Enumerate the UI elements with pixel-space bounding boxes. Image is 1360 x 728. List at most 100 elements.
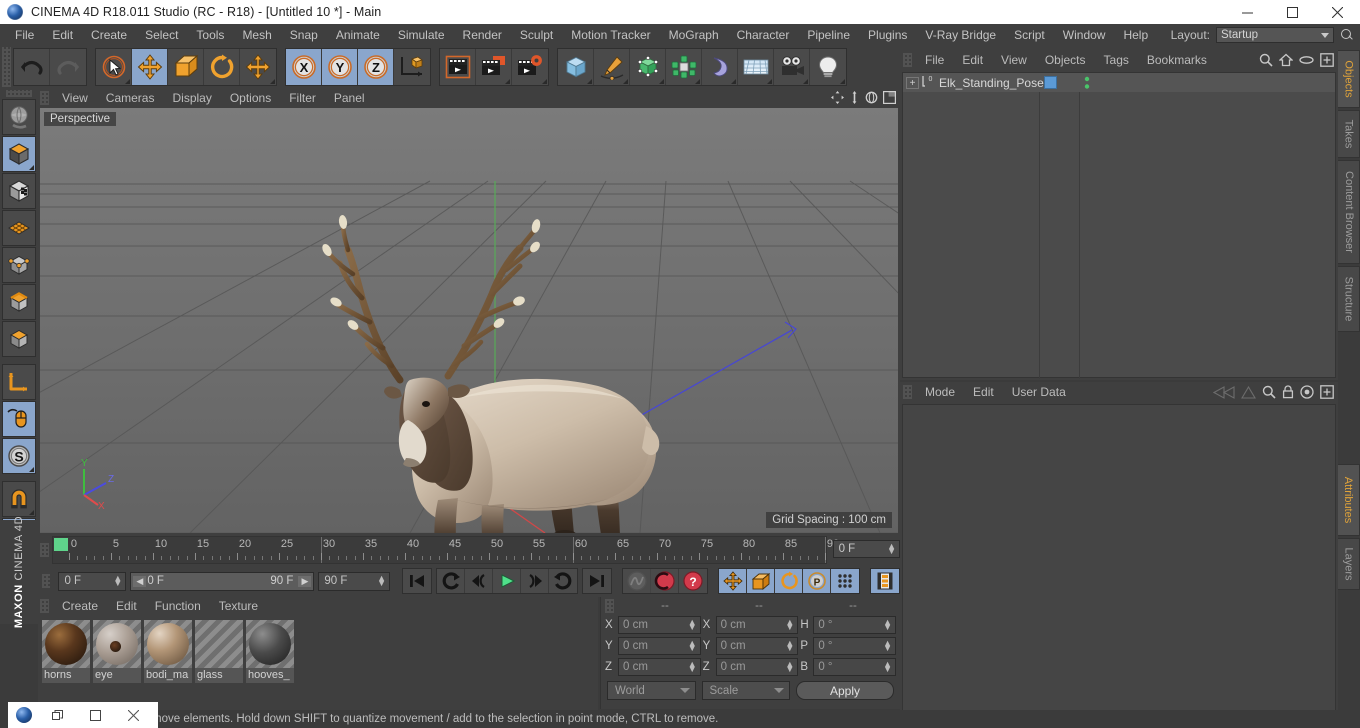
left-palette-grip[interactable] <box>6 90 32 97</box>
search-icon[interactable] <box>1259 53 1273 70</box>
tab-takes[interactable]: Takes <box>1338 110 1360 158</box>
material-item[interactable]: glass <box>195 620 243 683</box>
key-pla-icon[interactable] <box>831 569 860 593</box>
search-icon[interactable] <box>1262 385 1276 402</box>
menu-character[interactable]: Character <box>728 26 799 44</box>
playback-grip[interactable] <box>42 574 51 588</box>
menu-tools[interactable]: Tools <box>187 26 233 44</box>
attributes-menu-mode[interactable]: Mode <box>916 384 964 400</box>
move-icon[interactable] <box>132 49 168 85</box>
object-axis-mode-icon[interactable] <box>2 321 36 357</box>
render-settings-icon[interactable] <box>512 49 548 85</box>
menu-select[interactable]: Select <box>136 26 187 44</box>
attributes-menu-edit[interactable]: Edit <box>964 384 1003 400</box>
close-button[interactable] <box>114 702 152 728</box>
floor-icon[interactable] <box>738 49 774 85</box>
autokey-curve-icon[interactable] <box>623 569 652 593</box>
table-row[interactable]: + 0 Elk_Standing_Pose <box>903 73 1335 92</box>
minimize-button[interactable] <box>1225 0 1270 24</box>
animation-end-field[interactable]: 90 F ▲ ▼ <box>318 571 391 591</box>
home-icon[interactable] <box>1278 53 1294 70</box>
material-menu-edit[interactable]: Edit <box>107 598 146 614</box>
record-active-objects-icon[interactable] <box>651 569 680 593</box>
move-duplicate-icon[interactable] <box>240 49 276 85</box>
menu-pipeline[interactable]: Pipeline <box>798 26 859 44</box>
material-item[interactable]: eye <box>93 620 141 683</box>
camera-icon[interactable] <box>774 49 810 85</box>
rotation-p-field[interactable]: 0 ° ▲ ▼ <box>813 636 897 655</box>
step-back-icon[interactable] <box>465 569 494 593</box>
dolly-view-icon[interactable] <box>849 91 860 107</box>
material-menu-function[interactable]: Function <box>146 598 210 614</box>
next-keyframe-icon[interactable] <box>549 569 577 593</box>
cube-primitive-icon[interactable] <box>558 49 594 85</box>
render-region-icon[interactable] <box>476 49 512 85</box>
spinner-icon[interactable]: ▲ ▼ <box>883 617 892 631</box>
array-icon[interactable] <box>666 49 702 85</box>
spinner-icon[interactable]: ▲ ▼ <box>887 542 896 556</box>
menu-simulate[interactable]: Simulate <box>389 26 454 44</box>
menu-snap[interactable]: Snap <box>281 26 327 44</box>
restore-button[interactable] <box>38 702 76 728</box>
key-position-icon[interactable] <box>719 569 748 593</box>
menu-mesh[interactable]: Mesh <box>233 26 280 44</box>
menu-script[interactable]: Script <box>1005 26 1054 44</box>
search-icon[interactable] <box>1340 28 1354 42</box>
texture-mode-icon[interactable] <box>2 173 36 209</box>
redo-icon[interactable] <box>50 49 86 85</box>
new-layer-icon[interactable] <box>1320 53 1334 70</box>
viewport-menu-options[interactable]: Options <box>221 90 280 106</box>
material-swatch[interactable] <box>42 620 90 668</box>
viewport-solo-icon[interactable] <box>2 401 36 437</box>
objects-menu-tags[interactable]: Tags <box>1095 52 1138 68</box>
menu-render[interactable]: Render <box>454 26 511 44</box>
viewport-menu-panel[interactable]: Panel <box>325 90 374 106</box>
new-tab-icon[interactable] <box>1320 385 1334 402</box>
playhead-marker[interactable] <box>53 538 68 551</box>
menu-window[interactable]: Window <box>1054 26 1115 44</box>
tab-attributes[interactable]: Attributes <box>1338 464 1360 536</box>
back-nav-icon[interactable] <box>1212 385 1235 402</box>
material-swatch[interactable] <box>93 620 141 668</box>
polygon-mode-icon[interactable] <box>2 210 36 246</box>
material-swatch[interactable] <box>144 620 192 668</box>
objects-grip[interactable] <box>903 53 912 67</box>
menu-plugins[interactable]: Plugins <box>859 26 916 44</box>
go-to-start-icon[interactable] <box>403 569 431 593</box>
animation-start-field[interactable]: 0 F ▲ ▼ <box>58 571 127 591</box>
position-y-field[interactable]: 0 cm ▲ ▼ <box>618 636 701 655</box>
scale-tool-icon[interactable]: S <box>2 438 36 474</box>
bend-deformer-icon[interactable] <box>702 49 738 85</box>
tab-objects[interactable]: Objects <box>1338 50 1360 108</box>
material-menu-texture[interactable]: Texture <box>210 598 267 614</box>
material-item[interactable]: horns <box>42 620 90 683</box>
viewport-menu-display[interactable]: Display <box>163 90 220 106</box>
position-z-field[interactable]: 0 cm ▲ ▼ <box>618 657 701 676</box>
viewport-menu-filter[interactable]: Filter <box>280 90 325 106</box>
spinner-icon[interactable]: ▲ ▼ <box>377 573 386 587</box>
tab-content-browser[interactable]: Content Browser <box>1338 160 1360 264</box>
z-axis-icon[interactable]: Z <box>358 49 394 85</box>
menu-create[interactable]: Create <box>82 26 136 44</box>
layout-select[interactable]: Startup <box>1216 26 1334 43</box>
apply-button[interactable]: Apply <box>796 681 894 700</box>
key-rotation-icon[interactable] <box>775 569 804 593</box>
target-icon[interactable] <box>1300 385 1314 402</box>
edge-mode-icon[interactable] <box>2 284 36 320</box>
objects-menu-file[interactable]: File <box>916 52 953 68</box>
attributes-grip[interactable] <box>903 385 912 399</box>
rotate-icon[interactable] <box>204 49 240 85</box>
range-left-arrow-icon[interactable]: ◀ <box>133 575 147 587</box>
menu-animate[interactable]: Animate <box>327 26 389 44</box>
render-view-icon[interactable] <box>440 49 476 85</box>
light-icon[interactable] <box>810 49 846 85</box>
forward-nav-icon[interactable] <box>1241 385 1256 402</box>
viewport-menu-view[interactable]: View <box>53 90 97 106</box>
preview-range-slider[interactable]: ◀ 0 F 90 F ▶ <box>130 571 315 591</box>
menu-file[interactable]: File <box>6 26 43 44</box>
current-frame-field[interactable]: 0 F ▲ ▼ <box>832 540 900 558</box>
generator-icon[interactable] <box>630 49 666 85</box>
timeline-ruler[interactable]: 051015202530354045505560657075808590 <box>51 536 839 564</box>
maximize-view-icon[interactable] <box>883 91 897 107</box>
coordinate-system-select[interactable]: World <box>607 681 696 700</box>
